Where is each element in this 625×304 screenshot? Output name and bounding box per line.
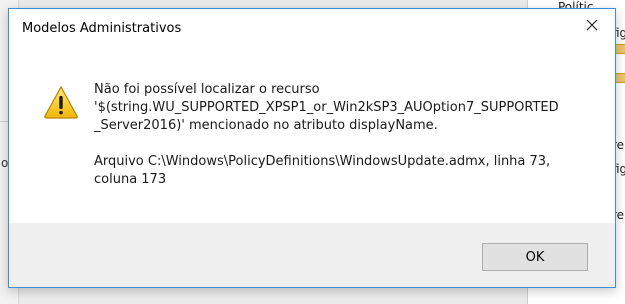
close-icon [586, 19, 598, 31]
dialog-footer: OK [9, 223, 615, 287]
dialog-titlebar: Modelos Administrativos [9, 9, 615, 47]
message-line: _Server2016)' mencionado no atributo dis… [94, 118, 438, 133]
message-line: Não foi possível localizar o recurso [94, 82, 320, 97]
detail-line: coluna 173 [94, 172, 167, 187]
dialog-title: Modelos Administrativos [22, 21, 182, 36]
ok-button[interactable]: OK [482, 243, 588, 271]
warning-icon [44, 85, 78, 119]
dialog-content: Não foi possível localizar o recurso '$(… [9, 47, 615, 223]
screen: oo Polític fig re fig re Modelos Adminis… [0, 0, 625, 304]
detail-line: Arquivo C:\Windows\PolicyDefinitions\Win… [94, 154, 551, 169]
close-button[interactable] [569, 9, 615, 41]
dialog-message: Não foi possível localizar o recurso '$(… [94, 81, 599, 189]
message-dialog: Modelos Administrativos Não foi possível… [8, 8, 616, 288]
message-line: '$(string.WU_SUPPORTED_XPSP1_or_Win2kSP3… [94, 100, 559, 115]
